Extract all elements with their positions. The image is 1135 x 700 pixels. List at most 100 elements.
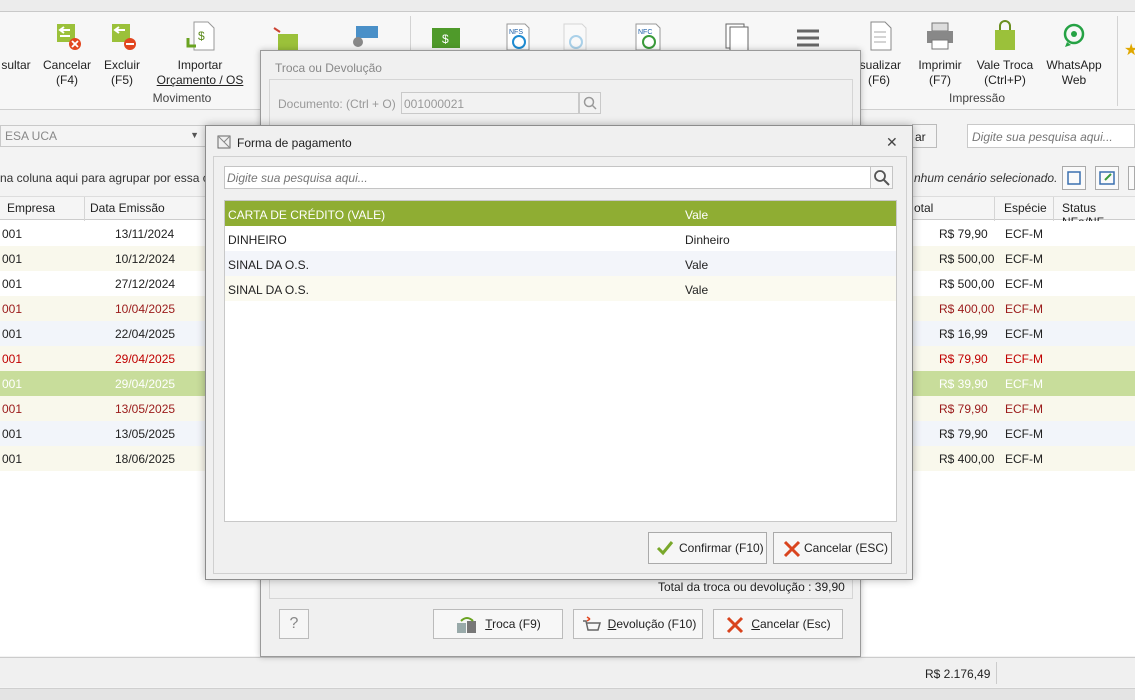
payment-row[interactable]: CARTA DE CRÉDITO (VALE) Vale [225, 201, 896, 226]
nfe-icon [563, 23, 587, 51]
group-by-hint: na coluna aqui para agrupar por essa co [0, 171, 216, 185]
cell-data-emissao: 13/05/2025 [115, 427, 176, 441]
imprimir-shortcut: (F7) [929, 73, 951, 87]
layout-icon [1067, 171, 1081, 185]
cell-especie: ECF-M [1005, 427, 1043, 441]
cell-total: R$ 400,00 [939, 302, 995, 316]
nfse-icon: NFS [506, 23, 530, 51]
vale-troca-label: Vale Troca [976, 58, 1034, 72]
excluir-label: Excluir [103, 58, 140, 72]
cell-data-emissao: 10/12/2024 [115, 252, 176, 266]
scenario-label: nhum cenário selecionado. [914, 171, 1058, 185]
troca-total: Total da troca ou devolução : 39,90 [658, 580, 845, 594]
troca-cancelar-button[interactable]: Cancelar (Esc) [713, 609, 843, 639]
status-bar [0, 688, 1135, 700]
grid-search-input[interactable]: Digite sua pesquisa aqui... [967, 124, 1135, 148]
col-data-emissao[interactable]: Data Emissão [90, 201, 165, 215]
help-button[interactable]: ? [279, 609, 309, 639]
whatsapp-sub-label: Web [1061, 73, 1087, 87]
export-view-button[interactable] [1095, 166, 1119, 190]
col-divider [994, 197, 995, 221]
cell-empresa: 001 [2, 402, 23, 416]
cell-data-emissao: 18/06/2025 [115, 452, 176, 466]
excluir-shortcut: (F5) [111, 73, 133, 87]
troca-button-label: roca (F9) [492, 617, 541, 631]
vale-troca-button[interactable]: Vale Troca (Ctrl+P) [974, 20, 1036, 88]
documento-search-button[interactable] [579, 92, 601, 114]
consultar-button[interactable]: sultar [0, 20, 32, 73]
grid-footer: R$ 2.176,49 [0, 657, 1135, 687]
cell-especie: ECF-M [1005, 327, 1043, 341]
ribbon-group-impressao: Impressão [948, 91, 1006, 105]
excluir-button[interactable]: Excluir (F5) [100, 20, 144, 88]
cell-empresa: 001 [2, 427, 23, 441]
documento-label: Documento: (Ctrl + O) [278, 97, 396, 111]
troca-button[interactable]: Troca (F9) [433, 609, 563, 639]
cell-total: R$ 400,00 [939, 452, 995, 466]
footer-divider [996, 662, 997, 684]
whatsapp-button[interactable]: WhatsApp Web [1044, 20, 1104, 88]
cell-total: R$ 39,90 [939, 377, 988, 391]
cell-total: R$ 79,90 [939, 402, 988, 416]
cell-data-emissao: 22/04/2025 [115, 327, 176, 341]
visualizar-label: isualizar [856, 58, 901, 72]
empresa-combo[interactable]: ESA UCA ▼ [0, 125, 206, 147]
svg-text:NFC: NFC [638, 29, 652, 36]
ribbon-top-strip [0, 0, 1135, 12]
importar-button[interactable]: $ Importar Orçamento / OS [154, 20, 246, 88]
filtrar-button[interactable]: ar [912, 124, 937, 148]
svg-text:$: $ [198, 29, 205, 43]
documento-input[interactable]: 001000021 [401, 92, 579, 114]
cell-empresa: 001 [2, 302, 23, 316]
payment-row[interactable]: SINAL DA O.S. Vale [225, 251, 896, 276]
cancelar-button[interactable]: Cancelar (F4) [40, 20, 94, 88]
check-icon [656, 541, 674, 556]
confirmar-label: Confirmar (F10) [679, 541, 764, 555]
devolucao-button[interactable]: Devolução (F10) [573, 609, 703, 639]
cell-data-emissao: 10/04/2025 [115, 302, 176, 316]
pay-cancelar-button[interactable]: Cancelar (ESC) [773, 532, 892, 564]
cancel-doc-icon [57, 24, 81, 50]
forma-pagamento-dialog: Forma de pagamento ✕ Digite sua pesquisa… [205, 125, 913, 580]
payment-row[interactable]: SINAL DA O.S. Vale [225, 276, 896, 301]
svg-text:NFS: NFS [509, 29, 523, 36]
chevron-down-icon[interactable]: ▼ [190, 130, 199, 140]
payment-row[interactable]: DINHEIRO Dinheiro [225, 226, 896, 251]
cell-empresa: 001 [2, 227, 23, 241]
consultar-label: sultar [1, 58, 31, 72]
layout-view-button[interactable] [1062, 166, 1086, 190]
col-divider [84, 197, 85, 221]
empresa-combo-value: ESA UCA [5, 129, 58, 143]
close-icon[interactable]: ✕ [886, 134, 898, 151]
troca-cancelar-label: ancelar (Esc) [759, 617, 831, 631]
cell-especie: ECF-M [1005, 227, 1043, 241]
cell-total: R$ 79,90 [939, 352, 988, 366]
documento-label-text: Documento: (Ctrl + O) [278, 97, 396, 111]
nfce-icon: NFC [635, 23, 661, 51]
cell-especie: ECF-M [1005, 252, 1043, 266]
cell-data-emissao: 29/04/2025 [115, 352, 176, 366]
cart-return-icon [582, 616, 601, 631]
money-icon [353, 26, 378, 47]
troca-dialog-title: Troca ou Devolução [275, 61, 382, 75]
grid-footer-total: R$ 2.176,49 [925, 667, 991, 681]
payment-type: Dinheiro [685, 233, 730, 247]
consultar-icon [0, 20, 32, 52]
col-especie[interactable]: Espécie [1004, 201, 1047, 215]
payment-name: CARTA DE CRÉDITO (VALE) [228, 208, 386, 222]
cell-data-emissao: 29/04/2025 [115, 377, 176, 391]
confirmar-button[interactable]: Confirmar (F10) [648, 532, 767, 564]
pay-search-input[interactable]: Digite sua pesquisa aqui... [224, 166, 874, 189]
payment-type: Vale [685, 283, 709, 297]
pay-search-button[interactable] [870, 166, 893, 189]
col-empresa[interactable]: Empresa [7, 201, 55, 215]
col-total[interactable]: otal [914, 201, 933, 215]
cell-empresa: 001 [2, 327, 23, 341]
cell-empresa: 001 [2, 277, 23, 291]
vale-troca-shortcut: (Ctrl+P) [984, 73, 1026, 87]
imprimir-button[interactable]: Imprimir (F7) [912, 20, 968, 88]
pay-dialog-title: Forma de pagamento [237, 136, 352, 150]
payment-type: Vale [685, 258, 709, 272]
visualizar-button[interactable]: isualizar (F6) [856, 20, 902, 88]
more-view-button[interactable] [1128, 166, 1135, 190]
